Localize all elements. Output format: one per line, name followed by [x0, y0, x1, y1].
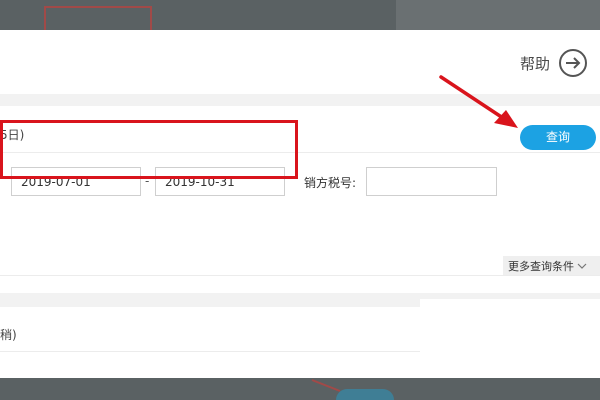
arrow-right-circle-icon[interactable] [558, 48, 588, 78]
info-panel [420, 299, 600, 378]
query-button[interactable]: 查询 [520, 125, 596, 150]
section-divider [0, 94, 600, 106]
help-link[interactable]: 帮助 [520, 48, 588, 78]
divider-line [0, 275, 600, 276]
query-dialog: 帮助 5日) 查询 - 销方税号: 更多查询条件 稍) [0, 30, 600, 378]
seller-tax-label: 销方税号: [304, 176, 357, 190]
background-panel [396, 0, 600, 30]
seller-tax-input[interactable] [366, 167, 497, 196]
background-query-button [336, 389, 394, 400]
date-range-annotation-box [0, 120, 298, 179]
more-conditions-toggle[interactable]: 更多查询条件 [503, 256, 600, 275]
background-page-bottom [0, 378, 600, 400]
more-conditions-label: 更多查询条件 [508, 259, 574, 273]
section-title: 稍) [0, 328, 17, 342]
background-annotation-box [44, 6, 152, 30]
help-label: 帮助 [520, 54, 551, 73]
chevron-down-icon [577, 263, 587, 269]
